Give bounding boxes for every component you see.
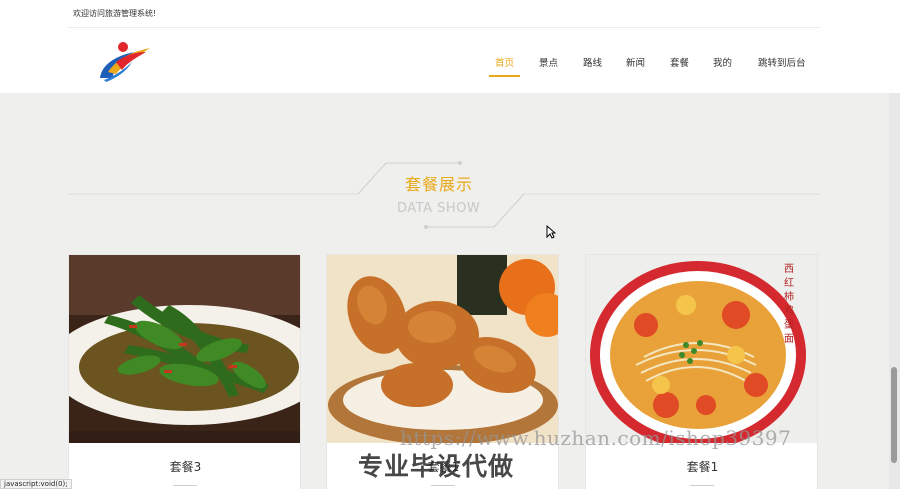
card-divider (173, 485, 197, 486)
nav-packages[interactable]: 套餐 (670, 55, 689, 69)
card-divider (690, 485, 714, 486)
mouse-cursor-icon (546, 224, 557, 243)
image-caption: 西红柿鸡蛋面 (784, 264, 794, 345)
page-scrollbar[interactable] (889, 93, 900, 489)
nav-admin[interactable]: 跳转到后台 (758, 55, 806, 69)
header-divider (68, 27, 820, 28)
nav-routes[interactable]: 路线 (583, 55, 602, 69)
section-header: 套餐展示 DATA SHOW (68, 155, 820, 235)
top-header: 欢迎访问旅游管理系统! 首页 景点 路线 新闻 套餐 我的 跳转到后台 (0, 0, 900, 93)
card-title[interactable]: 套餐3 (69, 458, 300, 475)
package-card[interactable]: 套餐3 (68, 254, 301, 489)
nav-mine[interactable]: 我的 (713, 55, 732, 69)
status-bar: javascript:void(0); (0, 479, 72, 489)
nav-home[interactable]: 首页 (495, 55, 514, 69)
stir-fried-greens-image[interactable] (69, 255, 300, 443)
card-divider (431, 485, 455, 486)
scrollbar-thumb[interactable] (891, 367, 897, 463)
fried-chicken-image[interactable] (327, 255, 558, 443)
welcome-text: 欢迎访问旅游管理系统! (73, 9, 157, 18)
tomato-egg-noodles-image[interactable]: 西红柿鸡蛋面 (586, 255, 817, 443)
site-logo[interactable] (94, 38, 152, 82)
nav-news[interactable]: 新闻 (626, 55, 645, 69)
section-subtitle: DATA SHOW (397, 201, 481, 216)
nav-attractions[interactable]: 景点 (539, 55, 558, 69)
nav-active-indicator (489, 75, 520, 77)
package-card[interactable]: 西红柿鸡蛋面 套餐1 (585, 254, 818, 489)
card-title[interactable]: 套餐1 (586, 458, 817, 475)
section-title: 套餐展示 (405, 175, 474, 194)
section-title-decoration (68, 161, 820, 229)
watermark-text: 专业毕设代做 (358, 452, 515, 481)
logo-icon (100, 42, 150, 82)
